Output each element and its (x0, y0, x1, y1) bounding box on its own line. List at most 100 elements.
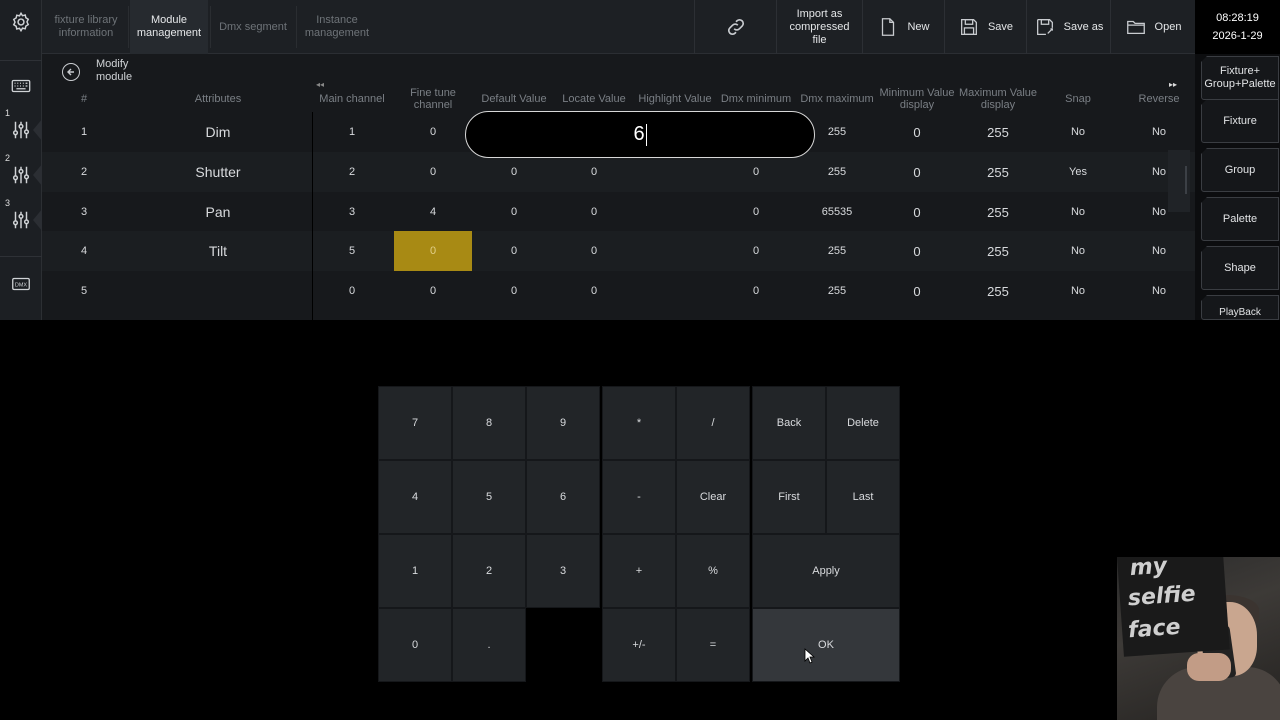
table-row[interactable]: 2 Shutter 2 0 0 0 0 255 0 255 Yes No (42, 152, 1195, 192)
save-as-button[interactable]: Save as (1026, 0, 1110, 54)
table-cell[interactable]: No (1119, 271, 1199, 311)
link-button[interactable] (694, 0, 776, 54)
table-cell[interactable]: No (1119, 231, 1199, 271)
key-ok[interactable]: OK (752, 608, 900, 682)
key-last[interactable]: Last (826, 460, 900, 534)
key-back[interactable]: Back (752, 386, 826, 460)
key-8[interactable]: 8 (452, 386, 526, 460)
table-cell[interactable]: Shutter (168, 152, 268, 192)
table-cell[interactable]: 0 (715, 192, 797, 232)
panel-fixture-group-palette[interactable]: Fixture+ Group+Palette (1201, 56, 1279, 100)
value-input[interactable]: 6 (465, 111, 815, 158)
key-plus-minus[interactable]: +/- (602, 608, 676, 682)
table-cell[interactable]: No (1038, 192, 1118, 232)
key-7[interactable]: 7 (378, 386, 452, 460)
key-percent[interactable]: % (676, 534, 750, 608)
table-cell[interactable]: Dim (168, 112, 268, 152)
table-cell[interactable]: 3 (64, 192, 104, 232)
table-cell[interactable] (634, 231, 716, 271)
keyboard-button[interactable] (0, 64, 42, 108)
key-equals[interactable]: = (676, 608, 750, 682)
table-cell[interactable]: 2 (312, 152, 392, 192)
scrollbar-handle[interactable] (1168, 150, 1190, 212)
table-cell[interactable]: 0 (393, 112, 473, 152)
key-first[interactable]: First (752, 460, 826, 534)
key-2[interactable]: 2 (452, 534, 526, 608)
key-decimal[interactable]: . (452, 608, 526, 682)
table-cell[interactable]: 5 (64, 271, 104, 311)
table-cell[interactable]: Yes (1038, 152, 1118, 192)
key-0[interactable]: 0 (378, 608, 452, 682)
table-cell[interactable]: 0 (715, 152, 797, 192)
panel-palette[interactable]: Palette (1201, 197, 1279, 241)
tab-instance-management[interactable]: Instance management (298, 0, 376, 54)
table-cell[interactable]: 0 (554, 271, 634, 311)
panel-playback[interactable]: PlayBack (1201, 295, 1279, 320)
import-compressed-button[interactable]: Import as compressed file (776, 0, 862, 54)
table-cell[interactable]: 0 (877, 271, 957, 311)
table-cell[interactable]: 0 (715, 231, 797, 271)
table-cell[interactable]: 255 (957, 152, 1039, 192)
table-cell[interactable]: 0 (877, 112, 957, 152)
settings-button[interactable] (0, 0, 42, 44)
table-cell[interactable]: No (1038, 231, 1118, 271)
table-cell[interactable] (168, 271, 268, 311)
table-row[interactable]: 3 Pan 3 4 0 0 0 65535 0 255 No No (42, 192, 1195, 232)
table-cell[interactable]: No (1119, 112, 1199, 152)
key-delete[interactable]: Delete (826, 386, 900, 460)
tab-dmx-segment[interactable]: Dmx segment (212, 0, 294, 54)
tab-module-management[interactable]: Module management (130, 0, 208, 54)
table-cell[interactable]: 255 (796, 152, 878, 192)
table-cell[interactable]: No (1038, 271, 1118, 311)
table-cell[interactable]: Tilt (168, 231, 268, 271)
new-button[interactable]: New (862, 0, 944, 54)
fader-page-2-button[interactable]: 2 (0, 153, 43, 197)
table-cell[interactable]: 0 (474, 271, 554, 311)
table-cell[interactable]: 0 (474, 152, 554, 192)
table-cell[interactable]: 0 (877, 231, 957, 271)
table-cell[interactable]: 3 (312, 192, 392, 232)
tab-fixture-library[interactable]: fixture library information (48, 0, 124, 54)
table-cell[interactable]: 0 (554, 231, 634, 271)
key-divide[interactable]: / (676, 386, 750, 460)
table-cell[interactable]: 255 (957, 192, 1039, 232)
table-cell[interactable]: 255 (957, 271, 1039, 311)
table-cell[interactable]: 0 (877, 192, 957, 232)
table-cell[interactable]: 1 (64, 112, 104, 152)
table-cell[interactable]: 255 (796, 231, 878, 271)
key-minus[interactable]: - (602, 460, 676, 534)
key-6[interactable]: 6 (526, 460, 600, 534)
key-4[interactable]: 4 (378, 460, 452, 534)
table-cell[interactable]: 0 (554, 152, 634, 192)
save-button[interactable]: Save (944, 0, 1026, 54)
table-cell[interactable]: 0 (394, 231, 472, 271)
table-cell[interactable]: 255 (957, 112, 1039, 152)
table-cell[interactable] (634, 192, 716, 232)
table-cell[interactable]: 5 (312, 231, 392, 271)
table-cell[interactable]: 255 (957, 231, 1039, 271)
key-multiply[interactable]: * (602, 386, 676, 460)
table-cell[interactable]: 1 (312, 112, 392, 152)
table-cell[interactable]: 4 (393, 192, 473, 232)
fader-page-3-button[interactable]: 3 (0, 198, 43, 242)
key-plus[interactable]: + (602, 534, 676, 608)
table-cell[interactable]: 0 (715, 271, 797, 311)
table-cell[interactable]: 4 (64, 231, 104, 271)
table-cell[interactable]: 2 (64, 152, 104, 192)
table-cell[interactable] (634, 271, 716, 311)
panel-shape[interactable]: Shape (1201, 246, 1279, 290)
key-9[interactable]: 9 (526, 386, 600, 460)
panel-group[interactable]: Group (1201, 148, 1279, 192)
key-5[interactable]: 5 (452, 460, 526, 534)
table-cell[interactable]: 0 (393, 152, 473, 192)
open-button[interactable]: Open (1110, 0, 1195, 54)
key-clear[interactable]: Clear (676, 460, 750, 534)
key-3[interactable]: 3 (526, 534, 600, 608)
table-cell[interactable]: 255 (796, 271, 878, 311)
table-cell[interactable]: 0 (312, 271, 392, 311)
dmx-button[interactable]: DMX (0, 262, 42, 306)
table-row[interactable]: 4 Tilt 5 0 0 0 0 255 0 255 No No (42, 231, 1195, 271)
table-cell[interactable]: 0 (393, 271, 473, 311)
key-apply[interactable]: Apply (752, 534, 900, 608)
table-cell[interactable]: Pan (168, 192, 268, 232)
